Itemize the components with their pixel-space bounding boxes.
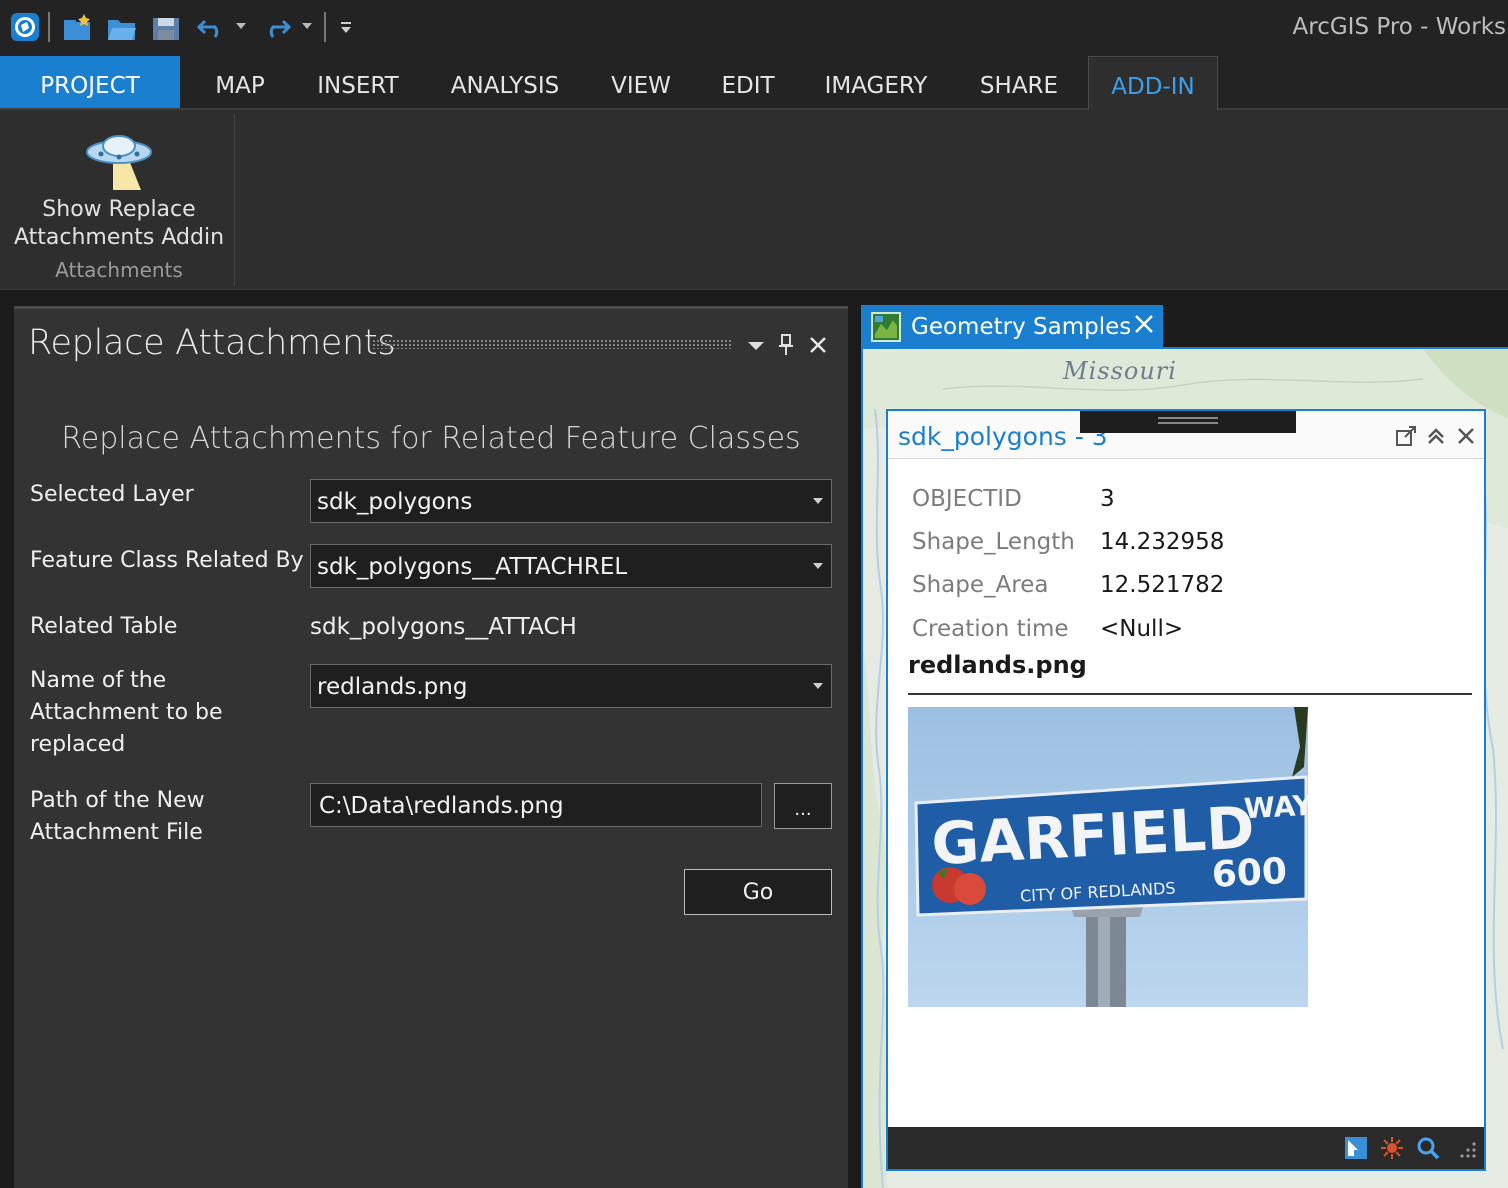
attachment-name-value: redlands.png	[317, 674, 468, 700]
ribbon-group-label: Attachments	[55, 258, 183, 282]
go-button[interactable]: Go	[684, 869, 832, 915]
undo-icon[interactable]	[194, 10, 230, 44]
tab-edit[interactable]: EDIT	[708, 56, 788, 108]
tab-project[interactable]: PROJECT	[0, 56, 180, 108]
popup-title: sdk_polygons - 3	[898, 422, 1108, 451]
chevron-down-icon	[813, 563, 823, 569]
feature-popup: sdk_polygons - 3 OBJECTID 3 Shape_Length…	[886, 409, 1486, 1171]
zoom-to-feature-icon[interactable]	[1344, 1136, 1368, 1160]
title-bar: ArcGIS Pro - Works	[0, 0, 1508, 56]
related-table-label: Related Table	[30, 614, 178, 639]
attr-value-objectid: 3	[1100, 486, 1115, 512]
popup-header: sdk_polygons - 3	[888, 411, 1484, 459]
tab-share[interactable]: SHARE	[962, 56, 1076, 108]
resize-grip-icon[interactable]	[1454, 1136, 1478, 1160]
customize-toolbar-icon[interactable]	[334, 10, 358, 44]
selected-layer-label: Selected Layer	[30, 482, 194, 507]
tab-insert[interactable]: INSERT	[300, 56, 416, 108]
map-view-icon	[871, 312, 901, 342]
selected-layer-value: sdk_polygons	[317, 489, 473, 515]
attr-value-shape-area: 12.521782	[1100, 572, 1225, 598]
new-path-label: Path of the New Attachment File	[30, 788, 205, 845]
popup-drag-grip[interactable]	[1080, 411, 1296, 433]
ribbon-group-attachments: Show Replace Attachments Addin Attachmen…	[3, 114, 235, 286]
related-table-value: sdk_polygons__ATTACH	[310, 614, 577, 640]
chevron-down-icon	[813, 498, 823, 504]
tab-add-in[interactable]: ADD-IN	[1088, 56, 1218, 110]
related-by-combo[interactable]: sdk_polygons__ATTACHREL	[310, 544, 832, 588]
popup-collapse-icon[interactable]	[1424, 423, 1448, 449]
close-map-tab-icon[interactable]	[1133, 313, 1157, 339]
map-place-label: Missouri	[1063, 357, 1177, 385]
popup-close-icon[interactable]	[1454, 423, 1478, 449]
attr-key-shape-area: Shape_Area	[912, 572, 1049, 598]
toolbar-separator	[48, 12, 50, 42]
arcgis-logo-icon[interactable]	[8, 10, 42, 44]
app-title: ArcGIS Pro - Works	[1292, 14, 1506, 40]
map-tab-label: Geometry Samples	[911, 314, 1132, 340]
tab-map[interactable]: MAP	[190, 56, 290, 108]
attachment-divider	[908, 693, 1472, 695]
map-view-tab[interactable]: Geometry Samples	[861, 305, 1163, 349]
redo-dropdown-icon[interactable]	[298, 10, 316, 44]
related-by-value: sdk_polygons__ATTACHREL	[317, 554, 628, 580]
attachment-name-combo[interactable]: redlands.png	[310, 664, 832, 708]
chevron-down-icon	[813, 683, 823, 689]
browse-button[interactable]: ...	[774, 783, 832, 829]
new-path-input[interactable]: C:\Data\redlands.png	[310, 783, 762, 827]
sign-text-number: 600	[1211, 851, 1288, 896]
attr-key-objectid: OBJECTID	[912, 486, 1022, 512]
attr-key-shape-length: Shape_Length	[912, 529, 1075, 555]
new-project-icon[interactable]	[60, 10, 96, 44]
ufo-addin-icon	[86, 135, 152, 190]
flash-feature-icon[interactable]	[1380, 1136, 1404, 1160]
tab-analysis[interactable]: ANALYSIS	[430, 56, 580, 108]
popup-footer	[888, 1127, 1484, 1169]
attachment-image[interactable]: GARFIELD WAY CITY OF REDLANDS 600	[908, 707, 1308, 1007]
tab-imagery[interactable]: IMAGERY	[808, 56, 944, 108]
search-icon[interactable]	[1416, 1136, 1440, 1160]
attr-key-creation-time: Creation time	[912, 616, 1069, 642]
related-by-label: Feature Class Related By	[30, 548, 304, 573]
close-pane-icon[interactable]	[804, 329, 832, 361]
ribbon-body: Show Replace Attachments Addin Attachmen…	[0, 110, 1508, 290]
popup-dock-icon[interactable]	[1394, 423, 1418, 449]
pane-drag-grip[interactable]	[372, 339, 732, 349]
toolbar-separator	[324, 12, 326, 42]
pane-heading: Replace Attachments for Related Feature …	[61, 421, 801, 456]
pane-options-dropdown-icon[interactable]	[742, 329, 770, 361]
attr-value-shape-length: 14.232958	[1100, 529, 1225, 555]
replace-attachments-pane: Replace Attachments Replace Attachments …	[14, 306, 848, 1188]
tab-view[interactable]: VIEW	[596, 56, 686, 108]
ribbon-tab-bar: PROJECT MAP INSERT ANALYSIS VIEW EDIT IM…	[0, 56, 1508, 110]
addin-button-label: Show Replace Attachments Addin	[13, 197, 225, 250]
save-project-icon[interactable]	[148, 10, 184, 44]
attr-value-creation-time: <Null>	[1100, 616, 1184, 642]
attachment-name-label: Name of the Attachment to be replaced	[30, 668, 223, 757]
redo-icon[interactable]	[258, 10, 294, 44]
undo-dropdown-icon[interactable]	[232, 10, 250, 44]
attachment-name: redlands.png	[908, 651, 1087, 679]
pane-title: Replace Attachments	[28, 323, 396, 363]
open-project-icon[interactable]	[104, 10, 140, 44]
sign-text-way: WAY	[1243, 789, 1308, 826]
pin-icon[interactable]	[772, 329, 800, 361]
selected-layer-combo[interactable]: sdk_polygons	[310, 479, 832, 523]
